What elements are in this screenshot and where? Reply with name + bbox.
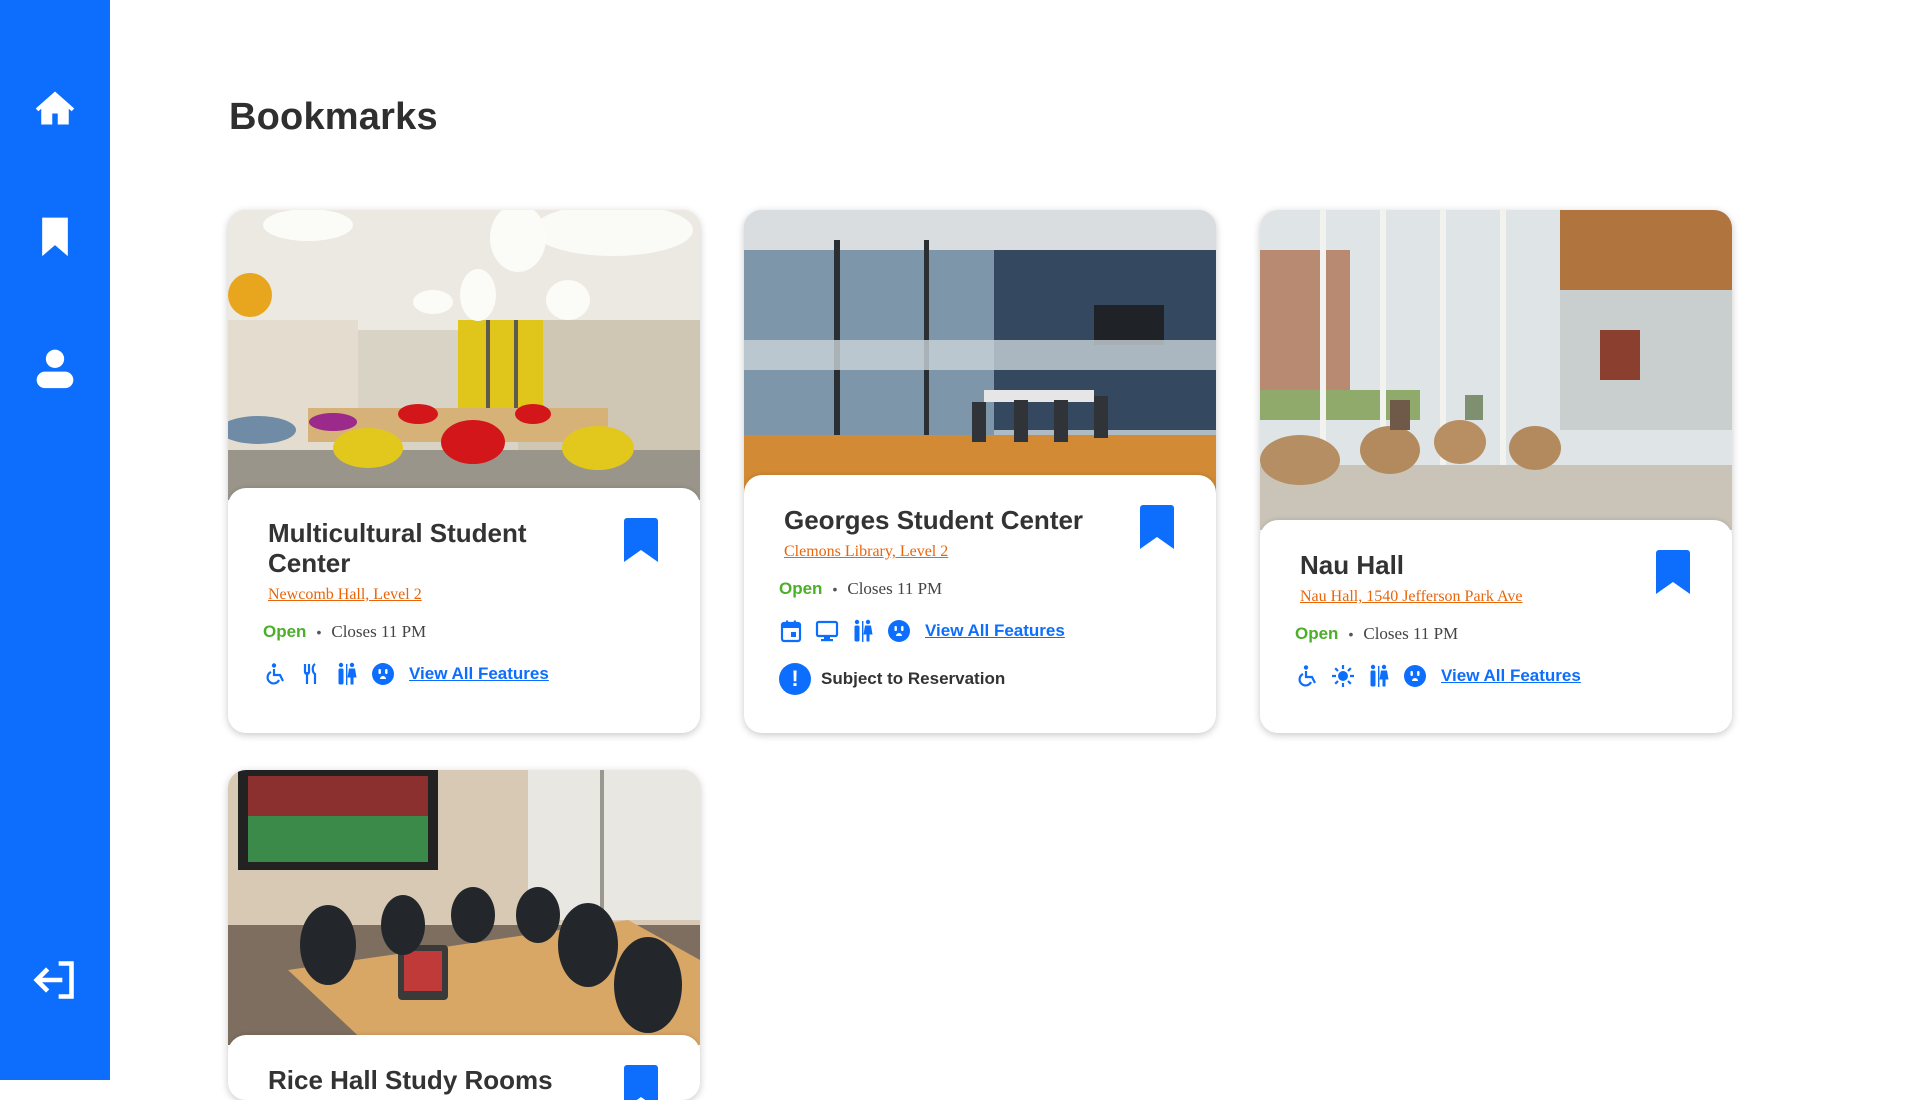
monitor-icon <box>815 619 839 643</box>
calendar-icon <box>779 619 803 643</box>
card-photo <box>744 210 1216 500</box>
separator-dot: • <box>832 581 838 597</box>
bookmark-button[interactable] <box>622 1065 660 1100</box>
card-body: Multicultural Student Center Newcomb Hal… <box>228 488 700 733</box>
card-title: Rice Hall Study Rooms <box>268 1065 553 1095</box>
card-body: Georges Student Center Clemons Library, … <box>744 475 1216 733</box>
location-card[interactable]: Nau Hall Nau Hall, 1540 Jefferson Park A… <box>1260 210 1732 733</box>
bookmark-button[interactable] <box>1654 550 1692 596</box>
restroom-icon <box>335 662 359 686</box>
separator-dot: • <box>316 624 322 640</box>
features-row: View All Features <box>1295 664 1692 688</box>
reservation-text: Subject to Reservation <box>821 669 1006 688</box>
status-open: Open <box>1295 624 1339 643</box>
bookmark-button[interactable] <box>622 518 660 564</box>
nav-bookmarks-button[interactable] <box>30 211 80 261</box>
card-location-link[interactable]: Newcomb Hall, Level 2 <box>268 586 422 604</box>
bookmark-filled-icon <box>624 1065 658 1100</box>
accessible-icon <box>1295 664 1319 688</box>
features-row: View All Features <box>263 662 660 686</box>
restroom-icon <box>851 619 875 643</box>
nav-logout-button[interactable] <box>30 955 80 1005</box>
utensils-icon <box>299 662 323 686</box>
bookmark-icon <box>42 217 68 257</box>
outlet-icon <box>1403 664 1427 688</box>
card-title: Nau Hall <box>1300 550 1405 580</box>
status-row: Open • Closes 11 PM <box>263 622 660 642</box>
status-open: Open <box>263 622 307 641</box>
reservation-notice: ! Subject to Reservation <box>779 663 1176 695</box>
alert-icon: ! <box>779 663 811 695</box>
user-icon <box>36 349 74 389</box>
card-title: Georges Student Center <box>784 505 1084 535</box>
home-icon <box>35 91 75 125</box>
location-card[interactable]: Georges Student Center Clemons Library, … <box>744 210 1216 733</box>
sun-icon <box>1331 664 1355 688</box>
separator-dot: • <box>1348 626 1354 642</box>
location-card[interactable]: Multicultural Student Center Newcomb Hal… <box>228 210 700 733</box>
nav-home-button[interactable] <box>30 83 80 133</box>
closing-time: Closes 11 PM <box>331 622 427 641</box>
location-card[interactable]: Rice Hall Study Rooms <box>228 770 700 1100</box>
logout-icon <box>33 961 74 999</box>
outlet-icon <box>371 662 395 686</box>
card-body: Rice Hall Study Rooms <box>228 1035 700 1100</box>
card-title: Multicultural Student Center <box>268 518 527 578</box>
page-title: Bookmarks <box>229 96 438 138</box>
closing-time: Closes 11 PM <box>1363 624 1459 643</box>
card-location-link[interactable]: Nau Hall, 1540 Jefferson Park Ave <box>1300 588 1522 606</box>
features-row: View All Features <box>779 619 1176 643</box>
card-photo <box>228 210 700 500</box>
card-location-link[interactable]: Clemons Library, Level 2 <box>784 543 948 561</box>
status-open: Open <box>779 579 823 598</box>
outlet-icon <box>887 619 911 643</box>
bookmark-filled-icon <box>1656 550 1690 594</box>
sidebar <box>0 0 110 1080</box>
restroom-icon <box>1367 664 1391 688</box>
bookmark-filled-icon <box>1140 505 1174 549</box>
view-all-features-link[interactable]: View All Features <box>409 664 549 684</box>
accessible-icon <box>263 662 287 686</box>
status-row: Open • Closes 11 PM <box>1295 624 1692 644</box>
card-photo <box>1260 210 1732 530</box>
view-all-features-link[interactable]: View All Features <box>925 621 1065 641</box>
card-photo <box>228 770 700 1045</box>
view-all-features-link[interactable]: View All Features <box>1441 666 1581 686</box>
bookmark-filled-icon <box>624 518 658 562</box>
bookmark-button[interactable] <box>1138 505 1176 551</box>
closing-time: Closes 11 PM <box>847 579 943 598</box>
nav-profile-button[interactable] <box>30 343 80 393</box>
status-row: Open • Closes 11 PM <box>779 579 1176 599</box>
card-body: Nau Hall Nau Hall, 1540 Jefferson Park A… <box>1260 520 1732 733</box>
